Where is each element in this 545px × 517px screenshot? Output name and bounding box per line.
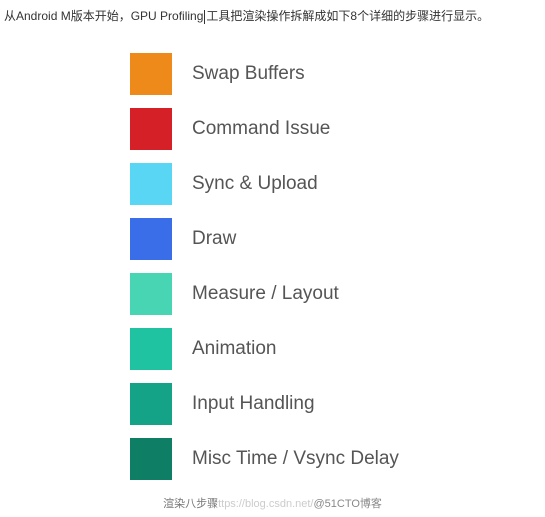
color-swatch	[130, 53, 172, 95]
legend-label: Draw	[192, 228, 236, 250]
legend-item: Measure / Layout	[130, 273, 545, 315]
color-swatch	[130, 273, 172, 315]
legend-container: Swap Buffers Command Issue Sync & Upload…	[130, 53, 545, 480]
footer-brand: @51CTO博客	[313, 498, 381, 510]
legend-item: Draw	[130, 218, 545, 260]
intro-text-part2: 工具把渲染操作拆解成如下8个详细的步骤进行显示。	[206, 9, 489, 23]
legend-item: Misc Time / Vsync Delay	[130, 438, 545, 480]
footer-watermark: ttps://blog.csdn.net/	[218, 498, 313, 510]
legend-label: Measure / Layout	[192, 283, 339, 305]
legend-label: Misc Time / Vsync Delay	[192, 448, 399, 470]
legend-item: Sync & Upload	[130, 163, 545, 205]
legend-label: Swap Buffers	[192, 63, 305, 85]
color-swatch	[130, 383, 172, 425]
legend-label: Animation	[192, 338, 277, 360]
intro-text-part1: 从Android M版本开始，GPU Profiling	[4, 9, 203, 23]
color-swatch	[130, 163, 172, 205]
legend-item: Input Handling	[130, 383, 545, 425]
legend-label: Input Handling	[192, 393, 315, 415]
legend-label: Sync & Upload	[192, 173, 318, 195]
intro-text: 从Android M版本开始，GPU Profiling工具把渲染操作拆解成如下…	[0, 0, 545, 33]
legend-item: Swap Buffers	[130, 53, 545, 95]
legend-item: Animation	[130, 328, 545, 370]
color-swatch	[130, 218, 172, 260]
legend-label: Command Issue	[192, 118, 330, 140]
legend-item: Command Issue	[130, 108, 545, 150]
color-swatch	[130, 328, 172, 370]
color-swatch	[130, 108, 172, 150]
footer-caption: 渲染八步骤	[163, 498, 218, 510]
color-swatch	[130, 438, 172, 480]
footer: 渲染八步骤ttps://blog.csdn.net/@51CTO博客	[0, 495, 545, 511]
